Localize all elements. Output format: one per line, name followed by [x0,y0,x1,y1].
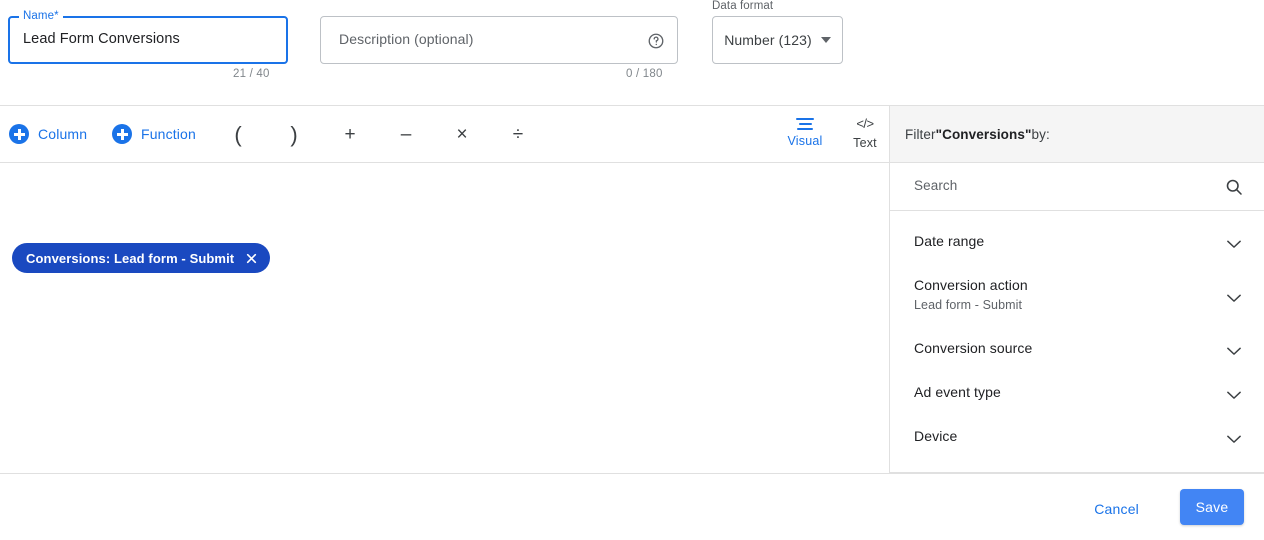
cancel-button[interactable]: Cancel [1086,495,1147,523]
visual-mode-label: Visual [787,134,823,148]
filter-item-conversion-source[interactable]: Conversion source [890,326,1264,370]
filter-search-placeholder: Search [914,178,958,193]
data-format-selected-value: Number (123) [724,32,812,48]
filter-item-title: Date range [914,233,985,249]
editor-mode-toggle: Visual </> Text [785,116,885,150]
description-field-placeholder: Description (optional) [339,31,474,47]
filter-list: Date range Conversion action Lead form -… [890,211,1264,458]
chevron-down-icon[interactable] [1227,343,1241,355]
column-formula-editor-dialog: Name* Lead Form Conversions 21 / 40 Desc… [0,0,1264,540]
filter-search-input[interactable]: Search [890,163,1264,211]
filter-panel: Filter "Conversions" by: Search Date ran… [889,105,1264,473]
dialog-footer: Cancel Save [0,473,1264,540]
name-field-label: Name* [19,10,63,22]
data-format-label: Data format [712,0,774,12]
formula-chip-conversions[interactable]: Conversions: Lead form - Submit [12,243,271,273]
filter-item-title: Device [914,428,958,444]
name-char-counter: 21 / 40 [233,68,270,80]
formula-toolbar: Column Function ( ) + – × ÷ Visual </> T… [0,105,889,163]
operator-divide-button[interactable]: ÷ [501,106,535,164]
operator-close-paren-button[interactable]: ) [277,106,311,164]
name-field[interactable]: Name* Lead Form Conversions [8,10,288,64]
data-format-select[interactable]: Number (123) [712,16,843,64]
operator-minus-button[interactable]: – [389,106,423,164]
filter-panel-title: Filter "Conversions" by: [890,106,1264,163]
chevron-down-icon [820,37,831,43]
formula-canvas[interactable]: Conversions: Lead form - Submit [0,163,889,472]
filter-item-subtitle: Lead form - Submit [914,298,1023,312]
formula-editor: Column Function ( ) + – × ÷ Visual </> T… [0,105,889,473]
operator-plus-button[interactable]: + [333,106,367,164]
filter-item-title: Ad event type [914,384,1001,400]
filter-item-device[interactable]: Device [890,414,1264,458]
add-function-button[interactable]: Function [112,124,196,144]
operator-multiply-button[interactable]: × [445,106,479,164]
description-field[interactable]: Description (optional) [320,16,678,64]
chevron-down-icon[interactable] [1227,431,1241,443]
chevron-down-icon[interactable] [1227,236,1241,248]
filter-title-subject: "Conversions" [935,126,1032,142]
help-circle-icon[interactable] [647,32,665,50]
filter-item-date-range[interactable]: Date range [890,219,1264,263]
plus-circle-icon [112,124,132,144]
data-format-group: Data format Number (123) [712,0,843,64]
tab-text-mode[interactable]: </> Text [845,116,885,150]
chevron-down-icon[interactable] [1227,290,1241,302]
save-button[interactable]: Save [1180,489,1244,525]
operator-open-paren-button[interactable]: ( [221,106,255,164]
text-mode-label: Text [853,136,877,150]
close-icon[interactable] [245,252,258,265]
chevron-down-icon[interactable] [1227,387,1241,399]
filter-item-ad-event-type[interactable]: Ad event type [890,370,1264,414]
filter-item-conversion-action[interactable]: Conversion action Lead form - Submit [890,263,1264,326]
filter-title-suffix: by: [1031,126,1050,142]
search-icon[interactable] [1224,177,1244,197]
description-char-counter: 0 / 180 [626,68,663,80]
name-field-value: Lead Form Conversions [23,31,180,47]
filter-item-title: Conversion source [914,340,1033,356]
code-brackets-icon: </> [856,116,874,131]
plus-circle-icon [9,124,29,144]
tab-visual-mode[interactable]: Visual [785,116,825,150]
visual-lines-icon [795,116,815,130]
formula-chip-label: Conversions: Lead form - Submit [26,250,235,266]
add-column-label: Column [38,126,88,142]
filter-item-title: Conversion action [914,277,1028,293]
form-fields-row: Name* Lead Form Conversions 21 / 40 Desc… [0,0,1264,105]
add-function-label: Function [141,126,196,142]
filter-title-prefix: Filter [905,126,936,142]
add-column-button[interactable]: Column [9,124,87,144]
